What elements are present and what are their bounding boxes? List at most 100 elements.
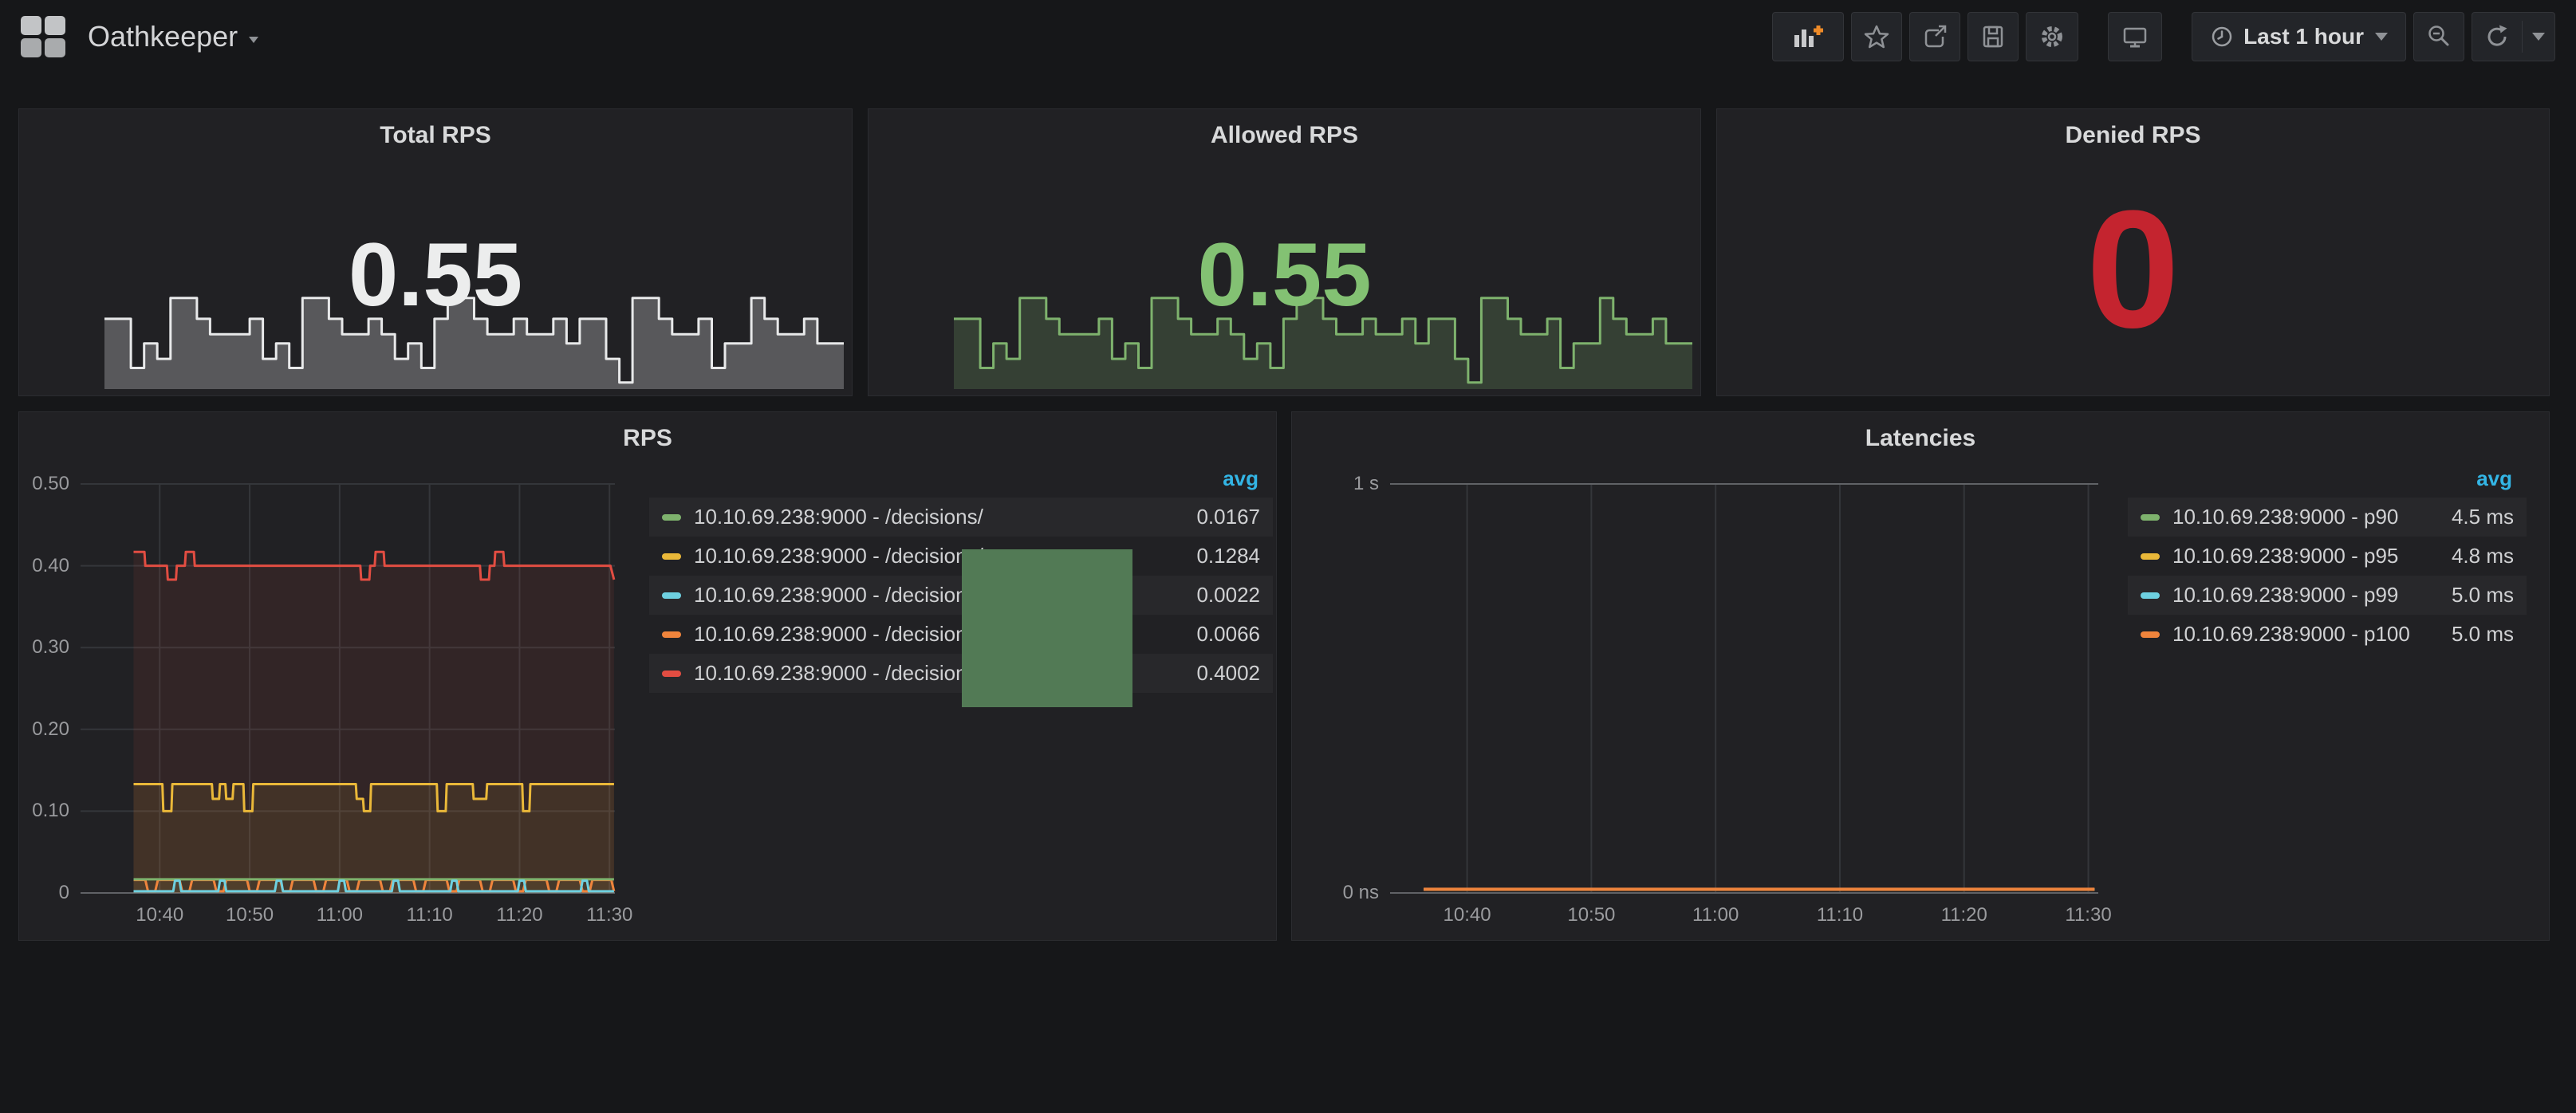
zoom-out-button[interactable] — [2413, 12, 2464, 61]
latencies-legend: avg 10.10.69.238:9000 - p904.5 ms10.10.6… — [2128, 466, 2527, 654]
legend-avg-value: 0.0167 — [1196, 505, 1260, 529]
legend-avg-value: 4.5 ms — [2452, 505, 2514, 529]
panel-latencies-graph: Latencies 10:40 10:50 11:00 11:10 11:20 11:30… — [1291, 411, 2550, 941]
refresh-button[interactable] — [2472, 12, 2555, 61]
series-color-swatch-icon[interactable] — [662, 514, 681, 521]
legend-avg-header[interactable]: avg — [649, 466, 1273, 498]
time-range-button[interactable]: Last 1 hour — [2192, 12, 2406, 61]
panel-title[interactable]: Allowed RPS — [869, 122, 1700, 149]
x-tick-label: 10:40 — [1420, 903, 1515, 928]
rps-legend: avg 10.10.69.238:9000 - /decisions/0.016… — [649, 466, 1273, 693]
x-tick-label: 10:40 — [112, 903, 207, 928]
color-picker-overlay — [962, 549, 1132, 707]
add-panel-button[interactable] — [1772, 12, 1844, 61]
series-color-swatch-icon[interactable] — [2141, 631, 2160, 638]
x-tick-label: 11:10 — [382, 903, 478, 928]
tv-mode-button[interactable] — [2108, 12, 2162, 61]
chevron-down-icon — [2375, 33, 2388, 41]
panel-title[interactable]: Denied RPS — [1717, 122, 2549, 149]
legend-series-name[interactable]: 10.10.69.238:9000 - p90 — [2172, 505, 2436, 529]
series-color-swatch-icon[interactable] — [2141, 592, 2160, 599]
x-tick-label: 11:20 — [1916, 903, 2012, 928]
clock-icon — [2210, 25, 2234, 49]
zoom-out-icon — [2425, 23, 2452, 50]
dashboard-title[interactable]: Oathkeeper — [88, 20, 238, 53]
x-tick-label: 11:00 — [292, 903, 388, 928]
legend-row[interactable]: 10.10.69.238:9000 - p100 5.0 ms — [2128, 615, 2527, 654]
legend-series-name[interactable]: 10.10.69.238:9000 - /decisions/ — [694, 505, 1180, 529]
refresh-icon — [2483, 23, 2511, 50]
save-icon — [1979, 23, 2007, 50]
x-tick-label: 11:30 — [2041, 903, 2137, 928]
legend-row[interactable]: 10.10.69.238:9000 - /decisions/0.0022 — [649, 576, 1273, 615]
legend-avg-value: 0.0022 — [1196, 583, 1260, 608]
legend-row[interactable]: 10.10.69.238:9000 - /decisions/0.0066 — [649, 615, 1273, 654]
legend-avg-value: 0.1284 — [1196, 544, 1260, 568]
x-tick-label: 11:00 — [1668, 903, 1763, 928]
legend-avg-value: 5.0 ms — [2452, 583, 2514, 608]
navbar: Oathkeeper — [0, 0, 2576, 73]
x-tick-label: 10:50 — [1543, 903, 1639, 928]
legend-row[interactable]: 10.10.69.238:9000 - p95 4.8 ms — [2128, 537, 2527, 576]
x-tick-label: 11:20 — [471, 903, 567, 928]
y-tick-label: 1 s — [1283, 471, 1379, 497]
legend-row[interactable]: 10.10.69.238:9000 - /decisions/0.4002 — [649, 654, 1273, 693]
panel-title[interactable]: Latencies — [1292, 425, 2549, 452]
navbar-left: Oathkeeper — [21, 16, 258, 57]
x-tick-label: 10:50 — [202, 903, 297, 928]
refresh-icon-zone[interactable] — [2472, 23, 2522, 50]
share-button[interactable] — [1909, 12, 1960, 61]
y-tick-label: 0 — [0, 880, 69, 906]
y-tick-label: 0 ns — [1283, 880, 1379, 906]
series-color-swatch-icon[interactable] — [2141, 514, 2160, 521]
legend-row[interactable]: 10.10.69.238:9000 - p90 4.5 ms — [2128, 498, 2527, 537]
tv-mode-icon — [2121, 23, 2149, 50]
panel-title[interactable]: RPS — [19, 425, 1276, 452]
dashboard-grid-icon[interactable] — [21, 16, 65, 57]
legend-row[interactable]: 10.10.69.238:9000 - p99 5.0 ms — [2128, 576, 2527, 615]
series-color-swatch-icon[interactable] — [662, 671, 681, 677]
y-tick-label: 0.40 — [0, 553, 69, 579]
legend-row[interactable]: 10.10.69.238:9000 - /decisions/0.0167 — [649, 498, 1273, 537]
panel-rps-graph: RPS 10:4010:5011:0011:1011:2011:3000.100… — [18, 411, 1277, 941]
legend-avg-header[interactable]: avg — [2128, 466, 2527, 498]
star-button[interactable] — [1851, 12, 1902, 61]
panel-title[interactable]: Total RPS — [19, 122, 852, 149]
series-color-swatch-icon[interactable] — [662, 553, 681, 560]
chevron-down-icon — [2532, 33, 2545, 41]
share-icon — [1921, 23, 1948, 50]
legend-avg-value: 4.8 ms — [2452, 544, 2514, 568]
legend-avg-value: 5.0 ms — [2452, 622, 2514, 647]
star-icon — [1863, 23, 1890, 50]
y-tick-label: 0.50 — [0, 471, 69, 497]
stat-value: 0.55 — [19, 230, 852, 320]
stat-value: 0.55 — [869, 230, 1700, 320]
series-color-swatch-icon[interactable] — [662, 592, 681, 599]
gear-icon — [2038, 22, 2066, 51]
x-tick-label: 11:10 — [1792, 903, 1888, 928]
add-panel-icon — [1791, 22, 1825, 51]
y-tick-label: 0.30 — [0, 635, 69, 660]
legend-series-name[interactable]: 10.10.69.238:9000 - p100 — [2172, 622, 2436, 647]
legend-row[interactable]: 10.10.69.238:9000 - /decisions/0.1284 — [649, 537, 1273, 576]
series-color-swatch-icon[interactable] — [662, 631, 681, 638]
stat-value: 0 — [1717, 186, 2549, 353]
series-color-swatch-icon[interactable] — [2141, 553, 2160, 560]
legend-rows: 10.10.69.238:9000 - /decisions/0.016710.… — [649, 498, 1273, 693]
refresh-interval-dropdown[interactable] — [2523, 13, 2554, 61]
legend-series-name[interactable]: 10.10.69.238:9000 - p95 — [2172, 544, 2436, 568]
legend-rows: 10.10.69.238:9000 - p904.5 ms10.10.69.23… — [2128, 498, 2527, 654]
panel-denied-rps: Denied RPS 0 — [1716, 108, 2550, 396]
y-tick-label: 0.20 — [0, 717, 69, 742]
time-range-label: Last 1 hour — [2243, 24, 2364, 49]
save-button[interactable] — [1967, 12, 2019, 61]
panel-allowed-rps: Allowed RPS 0.55 — [868, 108, 1701, 396]
settings-button[interactable] — [2026, 12, 2078, 61]
y-tick-label: 0.10 — [0, 798, 69, 824]
x-tick-label: 11:30 — [561, 903, 657, 928]
chevron-down-icon[interactable] — [249, 37, 258, 43]
legend-avg-value: 0.4002 — [1196, 661, 1260, 686]
legend-series-name[interactable]: 10.10.69.238:9000 - p99 — [2172, 583, 2436, 608]
panel-total-rps: Total RPS 0.55 — [18, 108, 853, 396]
legend-avg-value: 0.0066 — [1196, 622, 1260, 647]
